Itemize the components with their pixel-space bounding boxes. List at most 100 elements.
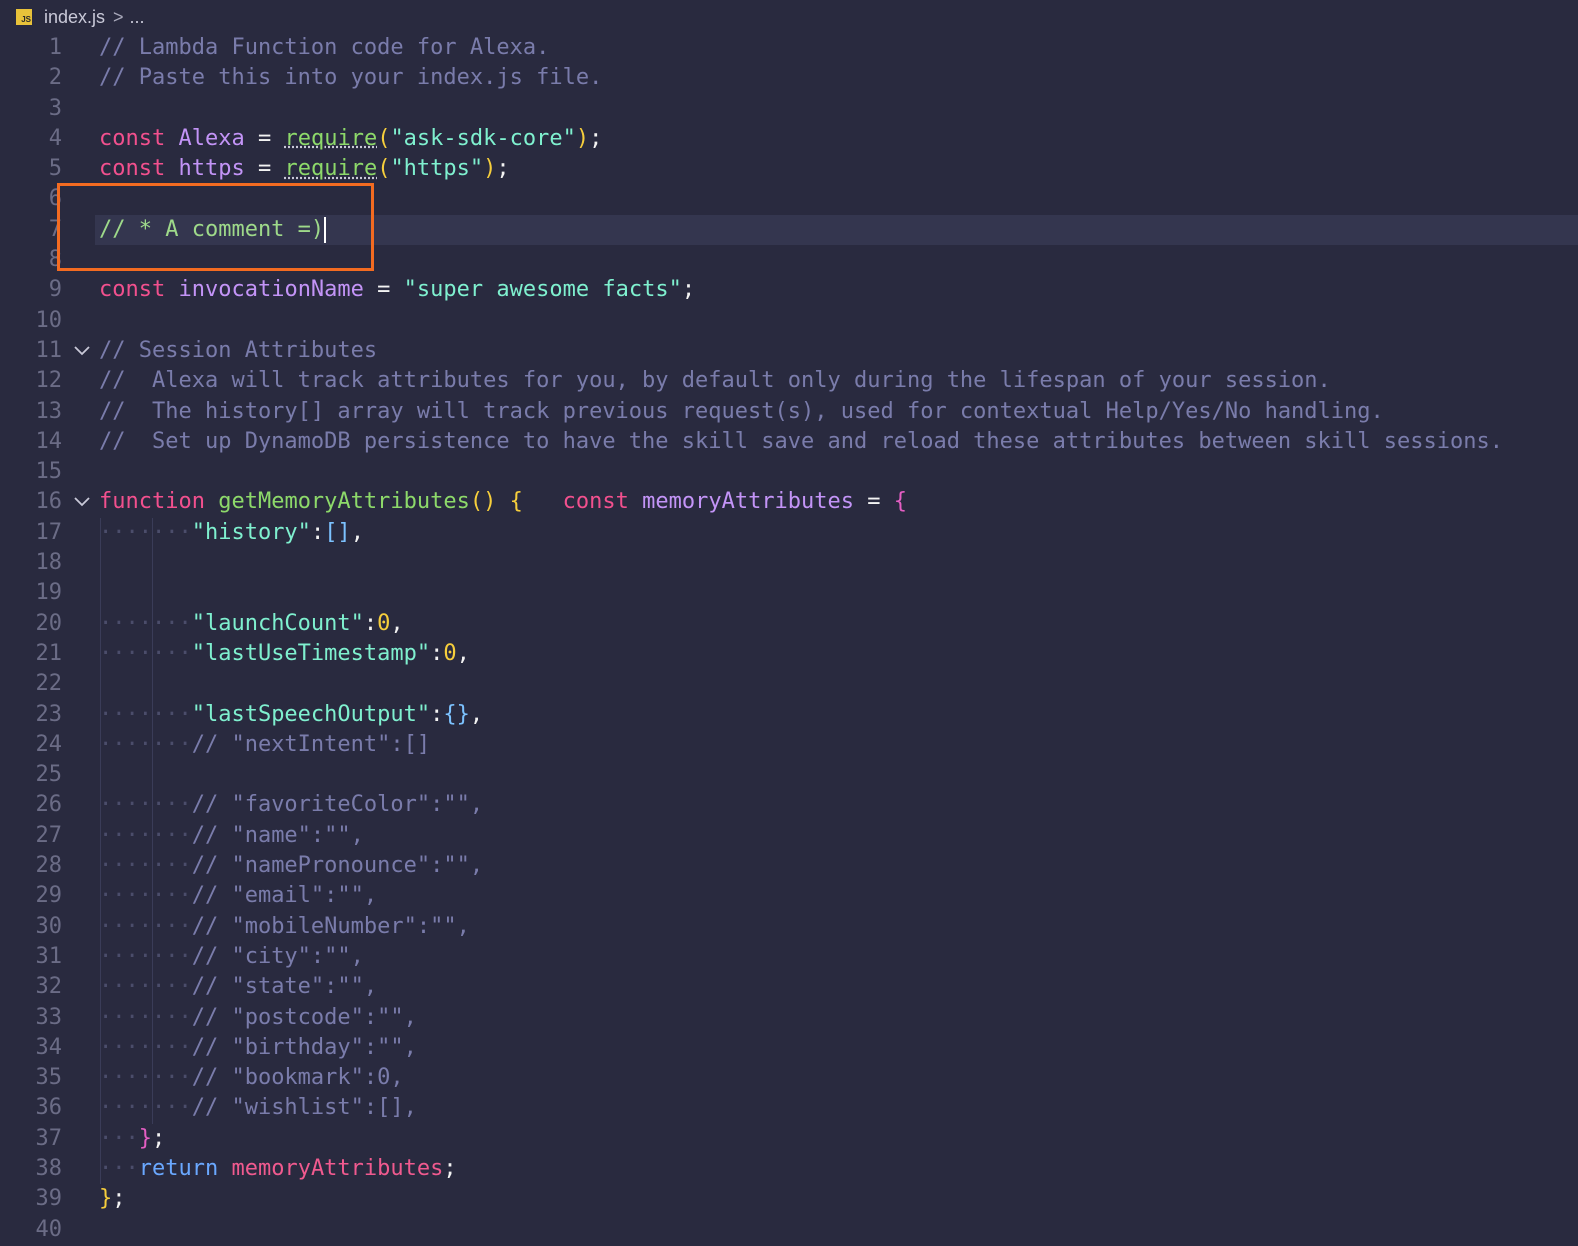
code-token: ( [377, 156, 391, 182]
code-line[interactable]: 25 [0, 760, 1578, 791]
code-token: require [284, 125, 378, 151]
code-text[interactable]: ·······// "bookmark":0, [99, 1063, 404, 1093]
code-line[interactable]: 15 [0, 457, 1578, 487]
line-number: 25 [35, 762, 63, 788]
code-text[interactable]: // Alexa will track attributes for you, … [99, 366, 1331, 396]
code-line[interactable]: 17 ·······"history":[], [0, 517, 1578, 549]
code-text[interactable]: ·······// "mobileNumber":"", [99, 912, 470, 942]
code-token: // "bookmark":0, [191, 1065, 404, 1091]
code-token: ······· [99, 883, 192, 909]
code-text[interactable]: ·······// "wishlist":[], [99, 1093, 417, 1123]
code-line[interactable]: 18 [0, 548, 1578, 579]
code-token: ······· [99, 913, 192, 939]
code-text[interactable]: // Session Attributes [99, 336, 377, 366]
code-line[interactable]: 26 ·······// "favoriteColor":"", [0, 790, 1578, 821]
code-text[interactable]: // Set up DynamoDB persistence to have t… [99, 427, 1503, 457]
code-line[interactable]: 27 ·······// "name":"", [0, 820, 1578, 852]
code-line[interactable]: 1 // Lambda Function code for Alexa. [0, 33, 1578, 63]
code-line[interactable]: 39}; [0, 1184, 1578, 1214]
breadcrumb-symbol-ellipsis[interactable]: ... [130, 7, 145, 28]
code-text[interactable]: }; [99, 1184, 126, 1214]
code-token: ······· [99, 1065, 192, 1091]
code-line[interactable]: 5 const https = require("https"); [0, 154, 1578, 184]
code-token: () { [469, 489, 523, 515]
code-line[interactable]: 31 ·······// "city":"", [0, 941, 1578, 973]
code-token: ······· [99, 519, 192, 545]
breadcrumb-file-name[interactable]: index.js [44, 7, 105, 28]
code-token: = [244, 156, 285, 182]
code-line[interactable]: 36 ·······// "wishlist":[], [0, 1093, 1578, 1124]
code-token: "history" [191, 519, 311, 545]
code-line[interactable]: 24 ·······// "nextIntent":[] [0, 729, 1578, 761]
code-line[interactable]: 34 ·······// "birthday":"", [0, 1032, 1578, 1064]
code-token: ······· [99, 1095, 192, 1121]
code-line[interactable]: 2 // Paste this into your index.js file. [0, 63, 1578, 93]
code-text[interactable]: ·······// "email":"", [99, 881, 377, 911]
code-text[interactable]: ·······"lastSpeechOutput":{}, [99, 700, 483, 730]
code-token: : [430, 640, 444, 666]
line-number: 35 [35, 1065, 63, 1091]
code-text[interactable]: ···}; [99, 1124, 165, 1154]
code-line[interactable]: 35 ·······// "bookmark":0, [0, 1063, 1578, 1094]
code-token: "ask-sdk-core" [390, 125, 576, 151]
code-token: "lastSpeechOutput" [191, 701, 431, 727]
code-line[interactable]: 4 const Alexa = require("ask-sdk-core"); [0, 124, 1578, 154]
code-text[interactable]: ·······"lastUseTimestamp":0, [99, 639, 470, 669]
code-text[interactable]: ·······// "nextIntent":[] [99, 730, 430, 760]
code-text[interactable]: const invocationName = "super awesome fa… [99, 275, 695, 305]
code-token: ······· [99, 792, 192, 818]
code-line[interactable]: 11 // Session Attributes [0, 336, 1578, 366]
code-token: ······· [99, 822, 192, 848]
code-text[interactable]: ·······"history":[], [99, 518, 364, 548]
code-text[interactable]: // Lambda Function code for Alexa. [99, 33, 549, 63]
code-text[interactable]: ·······// "name":"", [99, 821, 364, 851]
code-line[interactable]: 3 [0, 94, 1578, 124]
code-text[interactable]: function getMemoryAttributes() { const m… [99, 487, 907, 517]
code-editor[interactable]: JS index.js > ... 1 // Lambda Function co… [0, 0, 1578, 1246]
code-line[interactable]: 13 // The history[] array will track prev… [0, 397, 1578, 427]
code-line[interactable]: 16 function getMemoryAttributes() { const… [0, 487, 1578, 517]
code-token: } [99, 1186, 113, 1212]
code-text[interactable]: ·······// "city":"", [99, 942, 364, 972]
code-line[interactable]: 28 ·······// "namePronounce":"", [0, 851, 1578, 882]
code-text[interactable]: ·······"launchCount":0, [99, 609, 404, 639]
code-token: , [456, 640, 470, 666]
code-text[interactable]: ···return memoryAttributes; [99, 1154, 457, 1184]
code-token: ; [152, 1125, 166, 1151]
indent-guide [152, 669, 153, 700]
code-text[interactable]: // Paste this into your index.js file. [99, 63, 602, 93]
code-line[interactable]: 32 ·······// "state":"", [0, 972, 1578, 1003]
code-text[interactable]: ·······// "birthday":"", [99, 1033, 417, 1063]
code-text[interactable]: const https = require("https"); [99, 154, 510, 184]
code-text[interactable]: ·······// "namePronounce":"", [99, 851, 483, 881]
code-token: ······· [99, 974, 192, 1000]
code-line[interactable]: 37 ···}; [0, 1123, 1578, 1154]
code-line[interactable]: 22 [0, 669, 1578, 700]
code-token: "lastUseTimestamp" [191, 640, 431, 666]
code-line[interactable]: 14 // Set up DynamoDB persistence to have… [0, 427, 1578, 457]
code-text[interactable]: const Alexa = require("ask-sdk-core"); [99, 124, 602, 154]
code-text[interactable]: ·······// "postcode":"", [99, 1003, 417, 1033]
code-line[interactable]: 12 // Alexa will track attributes for you… [0, 366, 1578, 396]
code-line[interactable]: 21 ·······"lastUseTimestamp":0, [0, 638, 1578, 670]
code-line[interactable]: 20 ·······"launchCount":0, [0, 608, 1578, 639]
code-token: require [284, 156, 378, 182]
code-text[interactable]: ·······// "favoriteColor":"", [99, 790, 483, 820]
code-line[interactable]: 23 ·······"lastSpeechOutput":{}, [0, 699, 1578, 730]
line-number: 33 [35, 1004, 63, 1030]
code-token: "super awesome facts" [403, 277, 682, 303]
code-token: ······· [99, 853, 192, 879]
code-line[interactable]: 9 const invocationName = "super awesome f… [0, 275, 1578, 305]
code-line[interactable]: 19 [0, 578, 1578, 609]
code-line[interactable]: 38 ···return memoryAttributes; [0, 1153, 1578, 1185]
code-token: const [99, 125, 179, 151]
code-line[interactable]: 30 ·······// "mobileNumber":"", [0, 911, 1578, 942]
code-text[interactable]: ·······// "state":"", [99, 972, 377, 1002]
code-line[interactable]: 33 ·······// "postcode":"", [0, 1002, 1578, 1033]
code-line[interactable]: 29 ·······// "email":"", [0, 881, 1578, 912]
line-number: 29 [35, 883, 63, 909]
code-text[interactable]: // The history[] array will track previo… [99, 397, 1384, 427]
code-line[interactable]: 40 [0, 1215, 1578, 1245]
code-line[interactable]: 10 [0, 306, 1578, 336]
indent-guide [100, 669, 101, 700]
